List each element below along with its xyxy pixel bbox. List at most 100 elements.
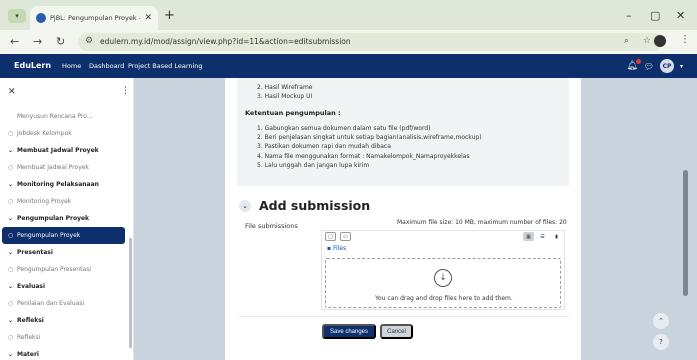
sidebar-item[interactable]: ○ Membuat Jadwal Proyek [0, 159, 127, 176]
list-item: 5. Lalu unggah dan jangan lupa kirim [257, 161, 370, 169]
sidebar-item[interactable]: ⌄ Monitoring Pelaksanaan [0, 176, 127, 193]
messages-icon[interactable]: 💬︎ [644, 62, 654, 71]
nav-home-link[interactable]: Home [62, 62, 81, 70]
file-drop-zone[interactable]: ↓ You can drag and drop files here to ad… [325, 258, 561, 308]
sidebar-item-label: Materi [17, 351, 39, 358]
site-brand[interactable]: EduLern [14, 61, 51, 70]
list-view-icon[interactable]: ☰ [537, 232, 548, 241]
save-changes-button[interactable]: Save changes [322, 324, 376, 339]
files-breadcrumb[interactable]: ▪ Files [327, 245, 346, 252]
activity-circle-icon: ○ [8, 266, 14, 273]
nav-dashboard-link[interactable]: Dashboard [89, 62, 124, 70]
sidebar-list: Menyusun Rencana Pro... ○ Jobdesk Kelompok… [0, 108, 127, 360]
browser-tabstrip: ▾ PjBL: Pengumpulan Proyek - Edu ✕ + – ▢… [0, 0, 697, 30]
sidebar-item[interactable]: ⌄ Presentasi [0, 244, 127, 261]
back-arrow-icon[interactable]: ← [10, 35, 19, 48]
sidebar-item-label: Membuat Jadwal Proyek [17, 147, 99, 154]
filepicker-toolbar: ▢ ▭ ▦ ☰ ▮ ▪ Files [321, 230, 565, 254]
activity-circle-icon: ○ [8, 164, 14, 171]
maximize-button[interactable]: ▢ [650, 9, 660, 22]
sidebar-item-label: Evaluasi [17, 283, 46, 290]
sidebar-item[interactable]: ⌄ Refleksi [0, 312, 127, 329]
add-file-icon[interactable]: ▢ [325, 232, 336, 241]
close-window-button[interactable]: ✕ [676, 9, 685, 22]
section-chevron-icon: ⌄ [8, 283, 14, 290]
sidebar-item-label: Jobdesk Kelompok [17, 130, 72, 137]
icon-view-icon[interactable]: ▦ [523, 232, 534, 241]
activity-circle-icon: ○ [8, 334, 14, 341]
drop-zone-text: You can drag and drop files here to add … [375, 295, 513, 302]
url-text: edulern.my.id/mod/assign/view.php?id=11&… [100, 37, 351, 46]
tree-view-icon[interactable]: ▮ [551, 232, 562, 241]
activity-circle-icon: ○ [8, 232, 14, 239]
sidebar-item[interactable]: ⌄ Pengumpulan Proyek [0, 210, 127, 227]
collapse-chevron-icon[interactable]: ⌄ [239, 199, 251, 212]
site-info-icon[interactable]: ⚙ [85, 36, 93, 46]
sidebar-item[interactable]: ⌄ Materi [0, 346, 127, 360]
reload-icon[interactable]: ↻ [56, 35, 65, 48]
notification-bell-icon[interactable]: 🔔︎ [626, 59, 641, 71]
omnibox-icons: ⌕ ☆ [624, 36, 651, 46]
tab-close-icon[interactable]: ✕ [144, 13, 152, 23]
sidebar-item[interactable]: Menyusun Rencana Pro... [0, 108, 127, 125]
sidebar-item-label: Refleksi [17, 334, 41, 341]
form-divider [239, 316, 569, 317]
page-scrollbar[interactable] [683, 170, 688, 296]
section-chevron-icon: ⌄ [8, 317, 14, 324]
sidebar-item[interactable]: ○ Jobdesk Kelompok [0, 125, 127, 142]
sidebar-item[interactable]: ○ Pengumpulan Proyek [2, 227, 125, 244]
minimize-button[interactable]: – [626, 9, 632, 22]
create-folder-icon[interactable]: ▭ [340, 232, 351, 241]
list-item: 3. Pastikan dokumen rapi dan mudah dibac… [257, 143, 391, 151]
max-file-note: Maximum file size: 10 MB, maximum number… [397, 219, 567, 226]
list-item: 2. Beri penjelasan singkat untuk setiap … [257, 134, 482, 142]
bookmark-star-icon[interactable]: ☆ [643, 36, 651, 46]
sidebar-item-label: Penilaian dan Evaluasi [17, 300, 85, 307]
sidebar-item-label: Monitoring Proyek [17, 198, 72, 205]
add-submission-title: Add submission [259, 198, 371, 213]
activity-circle-icon: ○ [8, 130, 14, 137]
browser-profile-icon[interactable] [654, 35, 666, 47]
cancel-button[interactable]: Cancel [380, 324, 413, 339]
main-content: 2. Hasil Wireframe 3. Hasil Mockup UI Ke… [225, 78, 581, 360]
sidebar-item[interactable]: ○ Monitoring Proyek [0, 193, 127, 210]
sidebar-item-label: Pengumpulan Proyek [17, 215, 90, 222]
user-menu-chevron-icon[interactable]: ▾ [680, 63, 683, 70]
activity-circle-icon: ○ [8, 300, 14, 307]
user-avatar[interactable]: CP [659, 59, 674, 73]
sidebar-more-icon[interactable]: ⋮ [121, 86, 130, 96]
sidebar-item[interactable]: ○ Pengumpulan Presentasi [0, 261, 127, 278]
section-chevron-icon: ⌄ [8, 351, 14, 358]
tab-title: PjBL: Pengumpulan Proyek - Edu [50, 14, 140, 22]
list-item: 4. Nama file menggunakan format : Namake… [257, 152, 470, 160]
address-bar-row: ← → ↻ ⚙ edulern.my.id/mod/assign/view.ph… [0, 30, 697, 54]
navbar-user-area: 🔔︎ 💬︎ CP ▾ [626, 59, 683, 73]
notification-badge [635, 59, 641, 64]
sidebar-item-label: Presentasi [17, 249, 53, 256]
add-submission-header: ⌄ Add submission [239, 198, 370, 213]
sidebar-item-label: Monitoring Pelaksanaan [17, 181, 99, 188]
sidebar-item[interactable]: ○ Refleksi [0, 329, 127, 346]
url-input[interactable]: ⚙ edulern.my.id/mod/assign/view.php?id=1… [78, 33, 663, 51]
ketentuan-heading: Ketentuan pengumpulan : [245, 109, 341, 117]
scroll-up-icon[interactable]: ⌃ [653, 313, 669, 329]
browser-tab[interactable]: PjBL: Pengumpulan Proyek - Edu ✕ [30, 6, 158, 30]
sidebar-scrollbar[interactable] [129, 238, 132, 348]
course-index-sidebar: ✕ ⋮ Menyusun Rencana Pro... ○ Jobdesk Kelo… [0, 78, 134, 360]
sidebar-item-label: Menyusun Rencana Pro... [17, 113, 93, 120]
help-icon[interactable]: ? [653, 334, 669, 350]
new-tab-button[interactable]: + [164, 8, 175, 23]
section-chevron-icon: ⌄ [8, 181, 14, 188]
browser-menu-icon[interactable]: ⋮ [680, 34, 690, 45]
tab-search-chevron-icon[interactable]: ▾ [8, 9, 26, 23]
file-submissions-label: File submissions [245, 222, 298, 230]
assignment-description: 2. Hasil Wireframe 3. Hasil Mockup UI Ke… [237, 78, 569, 186]
sidebar-item[interactable]: ○ Penilaian dan Evaluasi [0, 295, 127, 312]
sidebar-item[interactable]: ⌄ Membuat Jadwal Proyek [0, 142, 127, 159]
forward-arrow-icon[interactable]: → [33, 35, 42, 48]
zoom-icon[interactable]: ⌕ [624, 36, 629, 46]
nav-pbl-link[interactable]: Project Based Learning [128, 62, 203, 70]
close-sidebar-icon[interactable]: ✕ [8, 87, 16, 97]
sidebar-item[interactable]: ⌄ Evaluasi [0, 278, 127, 295]
section-chevron-icon: ⌄ [8, 215, 14, 222]
